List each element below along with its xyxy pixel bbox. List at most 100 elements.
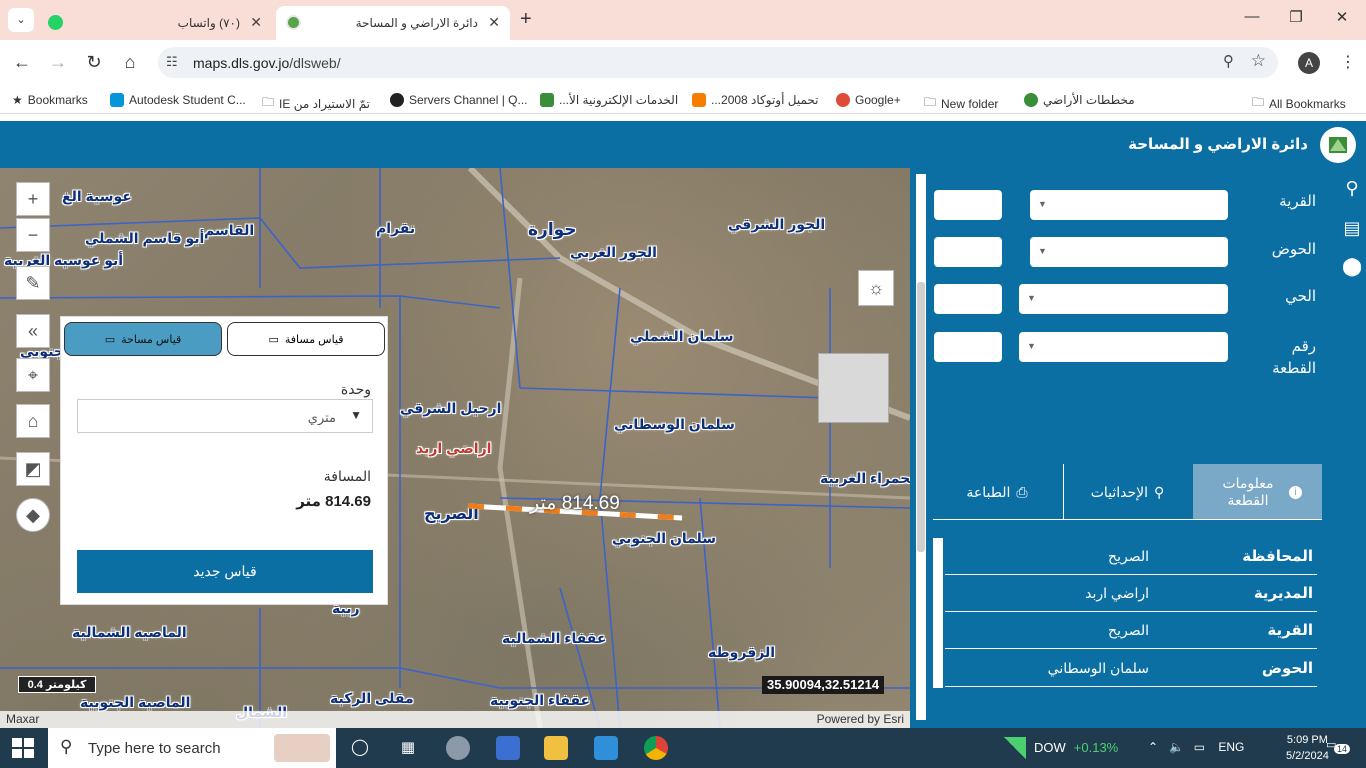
draw-icon[interactable]: ✎ <box>16 266 50 300</box>
app-icon[interactable] <box>446 736 470 760</box>
parcel-number-input[interactable] <box>934 332 1002 362</box>
table-row: الحوض سلمان الوسطاني <box>945 650 1317 687</box>
basemap-icon[interactable]: ◩ <box>16 452 50 486</box>
minimize-icon[interactable]: — <box>1232 8 1272 25</box>
tab-parcel-info[interactable]: i معلومات القطعة <box>1193 464 1322 520</box>
new-measure-button[interactable]: قياس جديد <box>77 550 373 593</box>
tab-title: (٧٠) واتساب <box>177 16 240 30</box>
distance-value: 814.69 متر <box>296 493 371 510</box>
layers-icon[interactable]: ▤ <box>1342 218 1362 238</box>
village-dropdown[interactable]: ▼ <box>1030 190 1228 220</box>
field-label-village: القرية <box>1279 193 1316 210</box>
bookmark-star-icon[interactable]: ☆ <box>1251 51 1266 71</box>
site-title: دائرة الاراضي و المساحة <box>1128 136 1308 153</box>
widgets-icon[interactable]: ▦ <box>396 736 420 760</box>
bookmark-item[interactable]: 🗀 New folder <box>924 93 998 114</box>
bookmark-item[interactable]: Google+ <box>836 93 901 107</box>
overview-map[interactable] <box>818 353 889 423</box>
restore-icon[interactable]: ❐ <box>1276 8 1316 26</box>
taskbar-search[interactable]: ⚲ Type here to search <box>48 728 336 768</box>
bookmark-item[interactable]: الخدمات الإلكترونية الأ... <box>540 93 678 107</box>
new-tab-button[interactable]: + <box>520 8 532 31</box>
zoom-icon[interactable]: ⚲ <box>1223 52 1234 70</box>
photos-icon[interactable] <box>594 736 618 760</box>
folder-icon: 🗀 <box>262 95 275 109</box>
scale-bar: 0.4 كيلومتر <box>18 676 96 693</box>
task-view-icon[interactable]: ◯ <box>348 736 372 760</box>
site-info-icon[interactable]: ☷ <box>166 54 178 70</box>
location-pin-icon[interactable]: ⬤ <box>1342 256 1362 276</box>
whatsapp-icon <box>48 15 63 30</box>
dls-icon <box>1024 93 1038 107</box>
basin-dropdown[interactable]: ▼ <box>1030 237 1228 267</box>
info-tabs: i معلومات القطعة ⚲ الإحداثيات ⎙ الطباعة <box>933 464 1322 520</box>
bookmarks-bar: ★ Bookmarks Autodesk Student C... 🗀 تمّ ال… <box>0 86 1366 114</box>
tab-title: دائرة الاراضي و المساحة <box>355 16 478 30</box>
tab-dls[interactable]: دائرة الاراضي و المساحة ✕ <box>276 6 510 40</box>
blogger-icon <box>692 93 706 107</box>
zoom-out-button[interactable]: − <box>16 218 50 252</box>
notification-badge[interactable]: ▭ 14 <box>1326 738 1351 758</box>
bookmark-item[interactable]: 🗀 تمّ الاستيراد من IE <box>262 93 370 114</box>
clock[interactable]: 5:09 PM 5/2/2024 <box>1286 732 1329 764</box>
locate-icon[interactable]: ⌖ <box>16 358 50 392</box>
windows-taskbar: ⚲ Type here to search ◯ ▦ DOW +0.13% ⌃ 🔈 … <box>0 728 1366 768</box>
google-plus-icon <box>836 93 850 107</box>
printer-icon: ⎙ <box>1016 483 1028 500</box>
star-icon: ★ <box>12 93 23 107</box>
map-attribution: Maxar Powered by Esri <box>0 711 910 728</box>
globe-icon <box>390 93 404 107</box>
basin-code-input[interactable] <box>934 237 1002 267</box>
zoom-in-button[interactable]: + <box>16 182 50 216</box>
district-dropdown[interactable]: ▼ <box>1019 284 1228 314</box>
calculator-icon[interactable] <box>496 736 520 760</box>
bookmark-item[interactable]: Autodesk Student C... <box>110 93 246 107</box>
tab-coordinates[interactable]: ⚲ الإحداثيات <box>1063 464 1191 520</box>
profile-avatar[interactable]: A <box>1298 52 1320 74</box>
compass-icon[interactable]: ◆ <box>16 498 50 532</box>
file-explorer-icon[interactable] <box>544 736 568 760</box>
folder-icon: 🗀 <box>1252 95 1265 109</box>
chevron-up-icon: ⌃ <box>1148 740 1159 754</box>
search-icon: ⚲ <box>60 737 73 756</box>
bookmark-item[interactable]: مخططات الأراضي <box>1024 93 1135 107</box>
search-decoration-icon <box>274 734 330 762</box>
stock-ticker[interactable]: DOW +0.13% <box>1034 740 1118 755</box>
stock-icon <box>1004 737 1026 759</box>
home-icon[interactable]: ⌂ <box>118 52 142 73</box>
reload-icon[interactable]: ↻ <box>82 52 106 73</box>
window-close-icon[interactable]: ✕ <box>1322 8 1362 26</box>
unit-select[interactable]: متري ▼ <box>77 399 373 433</box>
search-icon[interactable]: ⚲ <box>1342 178 1362 198</box>
daylight-icon[interactable]: ☼ <box>858 270 894 306</box>
tab-whatsapp[interactable]: (٧٠) واتساب ✕ <box>40 6 272 40</box>
tab-search-button[interactable]: ⌄ <box>8 8 34 32</box>
collapse-icon[interactable]: « <box>16 314 50 348</box>
home-extent-icon[interactable]: ⌂ <box>16 404 50 438</box>
windows-start-icon[interactable] <box>12 738 34 758</box>
field-label-district: الحي <box>1285 288 1316 305</box>
close-icon[interactable]: ✕ <box>250 14 262 31</box>
parcel-dropdown[interactable]: ▼ <box>1019 332 1228 362</box>
bookmark-item[interactable]: ★ Bookmarks <box>12 93 88 107</box>
bookmark-item[interactable]: Servers Channel | Q... <box>390 93 528 107</box>
tab-print[interactable]: ⎙ الطباعة <box>933 464 1061 520</box>
forward-icon[interactable]: → <box>46 52 70 73</box>
district-code-input[interactable] <box>934 284 1002 314</box>
tab-area-measure[interactable]: قياس مسافة ▭ <box>227 322 385 356</box>
village-code-input[interactable] <box>934 190 1002 220</box>
close-icon[interactable]: ✕ <box>488 14 500 31</box>
site-header: دائرة الاراضي و المساحة <box>0 121 1366 168</box>
tab-distance-measure[interactable]: قياس مساحة ▭ <box>64 322 222 356</box>
chrome-icon[interactable] <box>644 736 668 760</box>
table-row: المديرية اراضي اربد <box>945 575 1317 612</box>
system-tray[interactable]: ⌃ 🔈 ▭ ENG <box>1148 740 1244 754</box>
bookmark-item[interactable]: تحميل أوتوكاد 2008... <box>692 93 819 107</box>
back-icon[interactable]: ← <box>10 52 34 73</box>
table-row: القرية الصريح <box>945 612 1317 649</box>
menu-icon[interactable]: ⋮ <box>1340 52 1356 72</box>
panel-scrollbar[interactable] <box>916 174 926 720</box>
browser-tab-bar: ⌄ (٧٠) واتساب ✕ دائرة الاراضي و المساحة … <box>0 0 1366 40</box>
distance-label: المسافة <box>323 468 371 484</box>
all-bookmarks[interactable]: 🗀 All Bookmarks <box>1252 93 1346 114</box>
